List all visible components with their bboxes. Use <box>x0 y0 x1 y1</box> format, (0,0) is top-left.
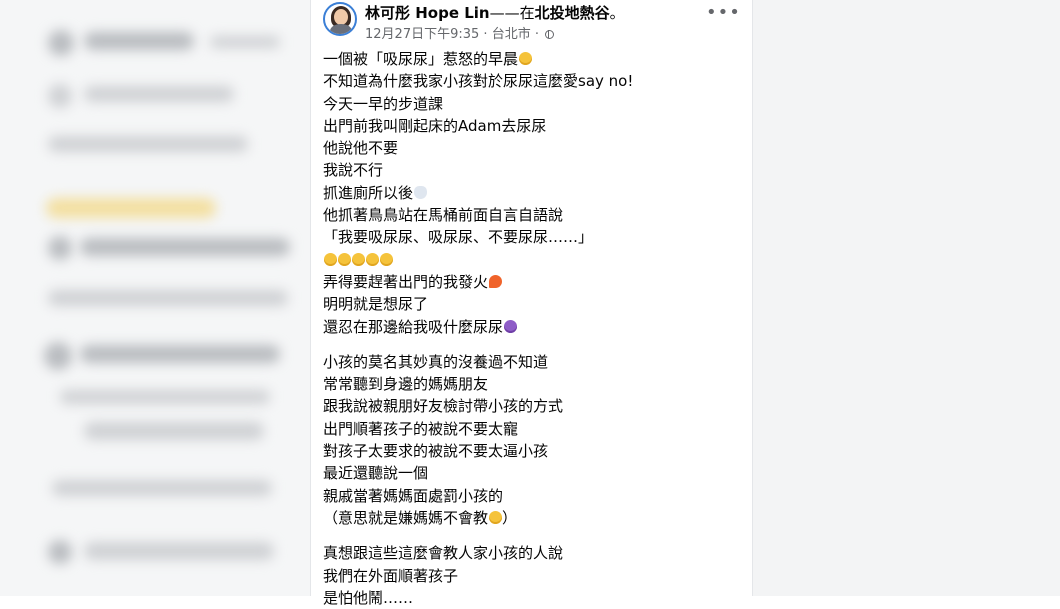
post-text-line: 最近還聽說一個 <box>323 462 743 484</box>
post-text-line: 親戚當著媽媽面處罰小孩的 <box>323 485 743 507</box>
post-text: 他抓著鳥鳥站在馬桶前面自言自語說 <box>323 206 564 225</box>
avatar[interactable] <box>323 2 357 36</box>
post-text-line: 是怕他鬧…… <box>323 587 743 609</box>
yellow-emoji-icon <box>366 252 379 266</box>
place-link[interactable]: 北投地熱谷 <box>535 4 610 22</box>
post-text-line: 明明就是想尿了 <box>323 293 743 315</box>
meta-separator: · <box>479 27 492 42</box>
fire-emoji-icon <box>489 274 503 288</box>
post-text-line: 對孩子太要求的被說不要太逼小孩 <box>323 440 743 462</box>
post-text-line: 抓進廁所以後 <box>323 182 743 204</box>
post-text: 抓進廁所以後 <box>323 183 414 202</box>
toilet-emoji-icon <box>414 185 428 199</box>
post-text: 跟我說被親朋好友檢討帶小孩的方式 <box>323 397 564 416</box>
post-text: （意思就是嫌媽媽不會教 <box>323 508 489 527</box>
yellow-emoji-icon <box>519 52 533 65</box>
post-text: 常常聽到身邊的媽媽朋友 <box>323 375 489 394</box>
post-text-line: 真想跟這些這麼會教人家小孩的人說 <box>323 542 743 564</box>
post-text-line: 常常聽到身邊的媽媽朋友 <box>323 373 743 395</box>
facebook-post: 林可彤 Hope Lin——在北投地熱谷。 12月27日下午9:35 · 台北市… <box>310 0 752 607</box>
place-suffix: 。 <box>609 4 625 22</box>
yellow-emoji-icon <box>380 252 393 266</box>
post-text: 我說不行 <box>323 161 384 180</box>
post-text: 是怕他鬧…… <box>323 588 414 607</box>
yellow-emoji-icon <box>338 252 351 266</box>
post-text-line <box>323 249 743 271</box>
meta-separator: · <box>530 27 544 42</box>
post-text-line: 一個被「吸尿尿」惹怒的早晨 <box>323 48 743 70</box>
post-text-line: 出門順著孩子的被說不要太寵 <box>323 418 743 440</box>
post-text-line: 不知道為什麼我家小孩對於尿尿這麼愛say no! <box>323 70 743 92</box>
post-body: 一個被「吸尿尿」惹怒的早晨不知道為什麼我家小孩對於尿尿這麼愛say no! 今天一… <box>323 48 743 609</box>
post-text-line: 我們在外面順著孩子 <box>323 565 743 587</box>
more-options-icon[interactable]: ••• <box>706 4 740 24</box>
yellow-emoji-icon <box>352 252 365 266</box>
post-text-line: 還忍在那邊給我吸什麼尿尿 <box>323 316 743 338</box>
blank-right-area <box>752 0 1060 596</box>
post-text: 真想跟這些這麼會教人家小孩的人說 <box>323 544 564 563</box>
post-text-line: 小孩的莫名其妙真的沒養過不知道 <box>323 351 743 373</box>
post-text: 我們在外面順著孩子 <box>323 566 459 585</box>
post-text: 「我要吸尿尿、吸尿尿、不要尿尿……」 <box>323 228 594 247</box>
post-text: 親戚當著媽媽面處罰小孩的 <box>323 486 504 505</box>
post-text: 一個被「吸尿尿」惹怒的早晨 <box>323 50 519 68</box>
globe-icon <box>545 30 555 39</box>
post-header: 林可彤 Hope Lin——在北投地熱谷。 <box>365 2 625 22</box>
blurred-background-left <box>0 0 310 596</box>
post-text-suffix: ） <box>502 508 518 527</box>
place-connector: ——在 <box>489 4 535 22</box>
author-name[interactable]: 林可彤 Hope Lin <box>365 4 490 22</box>
post-text: 出門順著孩子的被說不要太寵 <box>323 419 519 438</box>
post-text: 弄得要趕著出門的我發火 <box>323 272 489 291</box>
post-text-line: 弄得要趕著出門的我發火 <box>323 271 743 293</box>
post-location[interactable]: 台北市 <box>492 27 531 42</box>
post-text-line: 今天一早的步道課 <box>323 93 743 115</box>
post-meta: 12月27日下午9:35 · 台北市 · <box>365 23 555 42</box>
post-timestamp[interactable]: 12月27日下午9:35 <box>365 27 479 42</box>
post-text: 今天一早的步道課 <box>323 94 444 113</box>
post-text: 對孩子太要求的被說不要太逼小孩 <box>323 442 549 461</box>
post-text: 明明就是想尿了 <box>323 295 429 314</box>
yellow-emoji-icon <box>489 510 503 524</box>
yellow-emoji-icon <box>324 252 337 266</box>
post-text-line: 我說不行 <box>323 159 743 181</box>
purple-emoji-icon <box>504 319 518 333</box>
post-text-line: 「我要吸尿尿、吸尿尿、不要尿尿……」 <box>323 226 743 248</box>
post-text-line: 出門前我叫剛起床的Adam去尿尿 <box>323 115 743 137</box>
post-text-line: 他抓著鳥鳥站在馬桶前面自言自語說 <box>323 204 743 226</box>
post-text-line: （意思就是嫌媽媽不會教 ） <box>323 507 743 529</box>
post-text: 他說他不要 <box>323 139 399 158</box>
post-text: 不知道為什麼我家小孩對於尿尿這麼愛say no! <box>323 72 634 91</box>
post-text-line: 他說他不要 <box>323 137 743 159</box>
post-text: 小孩的莫名其妙真的沒養過不知道 <box>323 352 549 371</box>
post-text: 還忍在那邊給我吸什麼尿尿 <box>323 317 504 336</box>
post-text: 出門前我叫剛起床的Adam去尿尿 <box>323 116 547 135</box>
post-text: 最近還聽說一個 <box>323 464 429 483</box>
post-text-line: 跟我說被親朋好友檢討帶小孩的方式 <box>323 395 743 417</box>
